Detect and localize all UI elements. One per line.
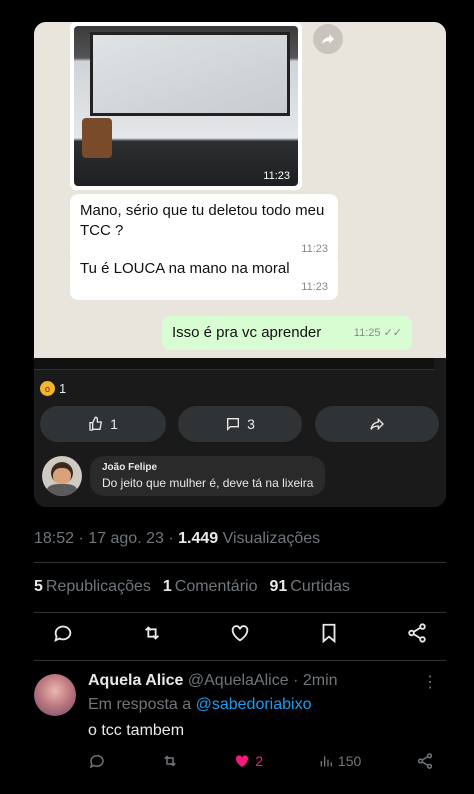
reply-share-icon[interactable] [416,752,434,770]
chat-background: 11:23 Mano, sério que tu deletou todo me… [34,22,446,358]
views-count: 1.449 [178,530,219,547]
desk-object [82,118,112,158]
reply-avatar[interactable] [34,674,76,716]
reply-like-button[interactable]: 2 [233,752,263,770]
reply-header: Aquela Alice @AquelaAlice · 2min [88,672,338,689]
bookmark-icon[interactable] [318,622,340,644]
commenter-avatar [42,456,82,496]
screenshot-share-button [315,406,439,442]
reply-age: 2min [302,672,338,689]
reply-like-count: 2 [255,753,264,769]
comments-stat[interactable]: 1 Comentário [163,578,258,596]
message-time: 11:25 ✓✓ [353,327,402,339]
embedded-screenshot: 11:23 Mano, sério que tu deletou todo me… [34,22,446,507]
comment-count: 3 [247,416,255,432]
views-label: Visualizações [222,530,321,547]
message-text: Isso é pra vc aprender [172,324,322,341]
reply-text: o tcc tambem [88,722,185,739]
post-action-bar [34,622,446,644]
likes-stat[interactable]: 91 Curtidas [269,578,349,596]
surprised-emoji-icon: o [40,381,55,396]
chat-input-bar [34,358,434,370]
replying-to-link[interactable]: @sabedoriabixo [196,696,312,713]
repost-icon[interactable] [141,622,163,644]
reaction-summary: o 1 [40,381,66,396]
message-text: Tu é LOUCA na mano na moral [80,260,290,277]
monitor-photo: 11:23 [74,26,298,186]
divider [34,612,446,613]
reaction-count: 1 [59,381,67,396]
like-count: 1 [110,416,118,432]
screenshot-like-button: 1 [40,406,166,442]
message-text: Mano, sério que tu deletou todo meu TCC … [80,202,325,239]
photo-timestamp: 11:23 [263,170,290,182]
engagement-stats: 5 Republicações 1 Comentário 91 Curtidas [34,578,350,596]
monitor-screen [90,32,290,116]
comment-author: João Felipe [102,462,158,473]
chat-message: Tu é LOUCA na mano na moral 11:23 [70,252,338,300]
reply-display-name[interactable]: Aquela Alice [88,672,183,689]
like-icon[interactable] [229,622,251,644]
reply-action-bar: 2 150 [88,752,434,770]
screenshot-comment-button: 3 [178,406,302,442]
comment-box: João Felipe Do jeito que mulher é, deve … [90,456,326,496]
photo-message: 11:23 [70,22,302,190]
thumbs-up-icon [89,416,103,431]
replying-to: Em resposta a @sabedoriabixo [88,696,312,713]
share-icon[interactable] [406,622,428,644]
more-options-icon[interactable]: ⋮ [422,672,438,692]
divider [34,562,446,563]
post-date: 17 ago. 23 [88,530,164,547]
reply-views[interactable]: 150 [318,753,361,769]
message-time: 11:23 [301,281,328,293]
heart-filled-icon [236,755,249,767]
reply-view-count: 150 [337,753,362,769]
comment-text: Do jeito que mulher é, deve tá na lixeir… [102,476,314,490]
reply-repost-icon[interactable] [161,752,179,770]
views-chart-icon [320,756,332,767]
post-time: 18:52 [34,530,75,547]
embedded-comment: João Felipe Do jeito que mulher é, deve … [42,456,326,496]
reply-handle[interactable]: @AquelaAlice [188,672,289,689]
read-check-icon: ✓✓ [383,327,402,339]
share-arrow-icon [370,417,384,431]
reply-icon[interactable] [52,622,74,644]
post-metadata: 18:52 · 17 ago. 23 · 1.449 Visualizações [34,530,321,547]
forward-icon [313,24,343,54]
reply-reply-icon[interactable] [88,752,106,770]
divider [34,660,446,661]
outgoing-message: Isso é pra vc aprender 11:25 ✓✓ [162,316,412,350]
comment-bubble-icon [227,418,240,431]
reposts-stat[interactable]: 5 Republicações [34,578,151,596]
